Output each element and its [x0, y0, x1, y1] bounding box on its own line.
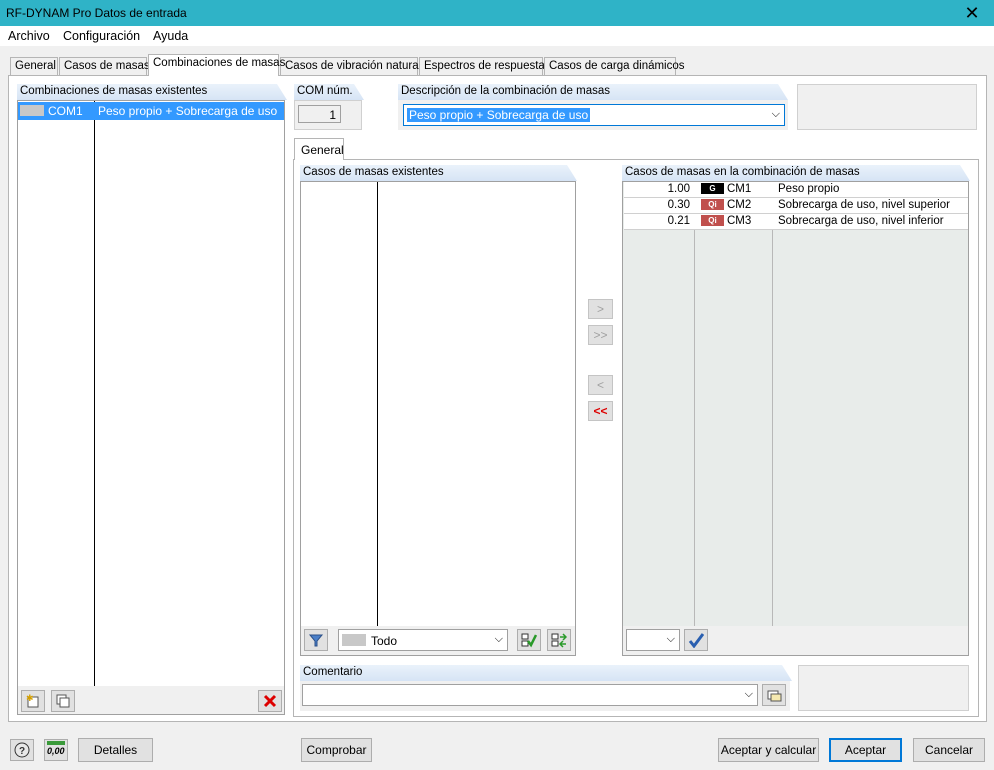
mass-cases-in-combination-panel: ⌵	[622, 181, 969, 656]
list-item[interactable]: COM1 Peso propio + Sobrecarga de uso	[18, 102, 284, 120]
help-button[interactable]: ?	[10, 739, 34, 761]
toggle-selection-button[interactable]	[547, 629, 571, 651]
filter-select[interactable]: Todo ⌵	[338, 629, 508, 651]
table-row[interactable]: 1.00 G CM1 Peso propio	[624, 182, 968, 198]
description-header: Descripción de la combinación de masas	[398, 84, 788, 100]
combination-grid	[623, 182, 968, 626]
details-button[interactable]: Detalles	[78, 738, 153, 762]
svg-text:?: ?	[19, 746, 25, 757]
chevron-down-icon[interactable]: ⌵	[667, 633, 675, 646]
tab-general[interactable]: General	[10, 57, 58, 75]
check-button[interactable]: Comprobar	[301, 738, 372, 762]
table-row[interactable]: 0.21 Qi CM3 Sobrecarga de uso, nivel inf…	[624, 214, 968, 230]
chevron-down-icon[interactable]: ⌵	[745, 688, 753, 701]
remove-selected-button[interactable]: <	[588, 375, 613, 395]
menu-ayuda[interactable]: Ayuda	[153, 29, 188, 43]
mass-cases-in-combination-header: Casos de masas en la combinación de masa…	[622, 165, 970, 181]
description-value: Peso propio + Sobrecarga de uso	[407, 108, 591, 122]
existing-combinations-header: Combinaciones de masas existentes	[17, 84, 287, 100]
comment-panel: ⌵	[300, 681, 790, 711]
description-combobox[interactable]: Peso propio + Sobrecarga de uso ⌵	[403, 104, 785, 126]
units-glyph: 0,00	[47, 746, 65, 756]
factor-cell: 0.30	[667, 199, 690, 211]
case-cell: CM3	[727, 215, 752, 227]
combination-description: Peso propio + Sobrecarga de uso	[98, 104, 278, 118]
list-divider	[377, 182, 378, 626]
copy-combination-button[interactable]	[51, 690, 75, 712]
add-all-button[interactable]: >>	[588, 325, 613, 345]
description-panel: Peso propio + Sobrecarga de uso ⌵	[398, 100, 788, 130]
existing-mass-cases-panel: Todo ⌵	[300, 181, 576, 656]
color-swatch	[20, 105, 44, 116]
menu-archivo[interactable]: Archivo	[8, 29, 50, 43]
com-number-header: COM núm.	[294, 84, 364, 100]
table-row[interactable]: 0.30 Qi CM2 Sobrecarga de uso, nivel sup…	[624, 198, 968, 214]
list-divider	[94, 101, 95, 686]
com-number-field[interactable]: 1	[298, 105, 341, 123]
load-type-badge: Qi	[701, 215, 724, 226]
combination-id: COM1	[48, 104, 83, 118]
grid-divider	[694, 182, 695, 626]
existing-mass-cases-header: Casos de masas existentes	[300, 165, 577, 181]
menu-bar: Archivo Configuración Ayuda	[0, 26, 994, 46]
select-all-button[interactable]	[517, 629, 541, 651]
title-bar: RF-DYNAM Pro Datos de entrada ✕	[0, 0, 994, 26]
menu-configuracion[interactable]: Configuración	[63, 29, 140, 43]
filter-button[interactable]	[304, 629, 328, 651]
grid-divider	[772, 182, 773, 626]
window-title: RF-DYNAM Pro Datos de entrada	[6, 6, 187, 20]
tab-casos-de-vibracion-natural[interactable]: Casos de vibración natural	[280, 57, 421, 75]
com-number-panel: 1	[294, 100, 362, 130]
tab-casos-de-carga-dinamicos[interactable]: Casos de carga dinámicos	[544, 57, 685, 75]
accept-button[interactable]: Aceptar	[829, 738, 902, 762]
svg-text:✱: ✱	[26, 693, 34, 703]
tab-combinaciones-de-masas[interactable]: Combinaciones de masas	[148, 54, 285, 76]
units-button[interactable]: 0,00	[44, 739, 68, 761]
comment-input[interactable]: ⌵	[302, 684, 758, 706]
close-icon[interactable]: ✕	[950, 0, 994, 26]
tab-casos-de-masas[interactable]: Casos de masas	[59, 57, 150, 75]
mass-cases-list	[301, 182, 575, 626]
case-cell: CM1	[727, 183, 752, 195]
inner-tab-general[interactable]: General	[294, 138, 344, 160]
units-icon	[47, 741, 65, 745]
accept-and-calculate-button[interactable]: Aceptar y calcular	[718, 738, 819, 762]
chevron-down-icon[interactable]: ⌵	[495, 633, 503, 646]
factor-cell: 0.21	[667, 215, 690, 227]
filter-value: Todo	[371, 634, 398, 648]
delete-combination-button[interactable]	[258, 690, 282, 712]
description-cell: Sobrecarga de uso, nivel inferior	[778, 215, 944, 227]
load-type-badge: G	[701, 183, 724, 194]
load-type-badge: Qi	[701, 199, 724, 210]
existing-combinations-panel: COM1 Peso propio + Sobrecarga de uso ✱	[17, 100, 285, 715]
new-combination-button[interactable]: ✱	[21, 690, 45, 712]
factor-select[interactable]: ⌵	[626, 629, 680, 651]
case-cell: CM2	[727, 199, 752, 211]
apply-factor-button[interactable]	[684, 629, 708, 651]
cancel-button[interactable]: Cancelar	[913, 738, 985, 762]
description-cell: Sobrecarga de uso, nivel superior	[778, 199, 950, 211]
tab-espectros-de-respuesta[interactable]: Espectros de respuesta	[419, 57, 545, 75]
remove-all-button[interactable]: <<	[588, 401, 613, 421]
combinations-list: COM1 Peso propio + Sobrecarga de uso	[18, 101, 284, 686]
factor-cell: 1.00	[667, 183, 690, 195]
preview-box	[797, 84, 977, 130]
description-cell: Peso propio	[778, 183, 840, 195]
chevron-down-icon[interactable]: ⌵	[772, 108, 780, 121]
color-swatch	[342, 634, 366, 646]
comment-preview-box	[798, 665, 969, 711]
add-selected-button[interactable]: >	[588, 299, 613, 319]
comment-header: Comentario	[300, 665, 792, 681]
comment-library-button[interactable]	[762, 684, 786, 706]
